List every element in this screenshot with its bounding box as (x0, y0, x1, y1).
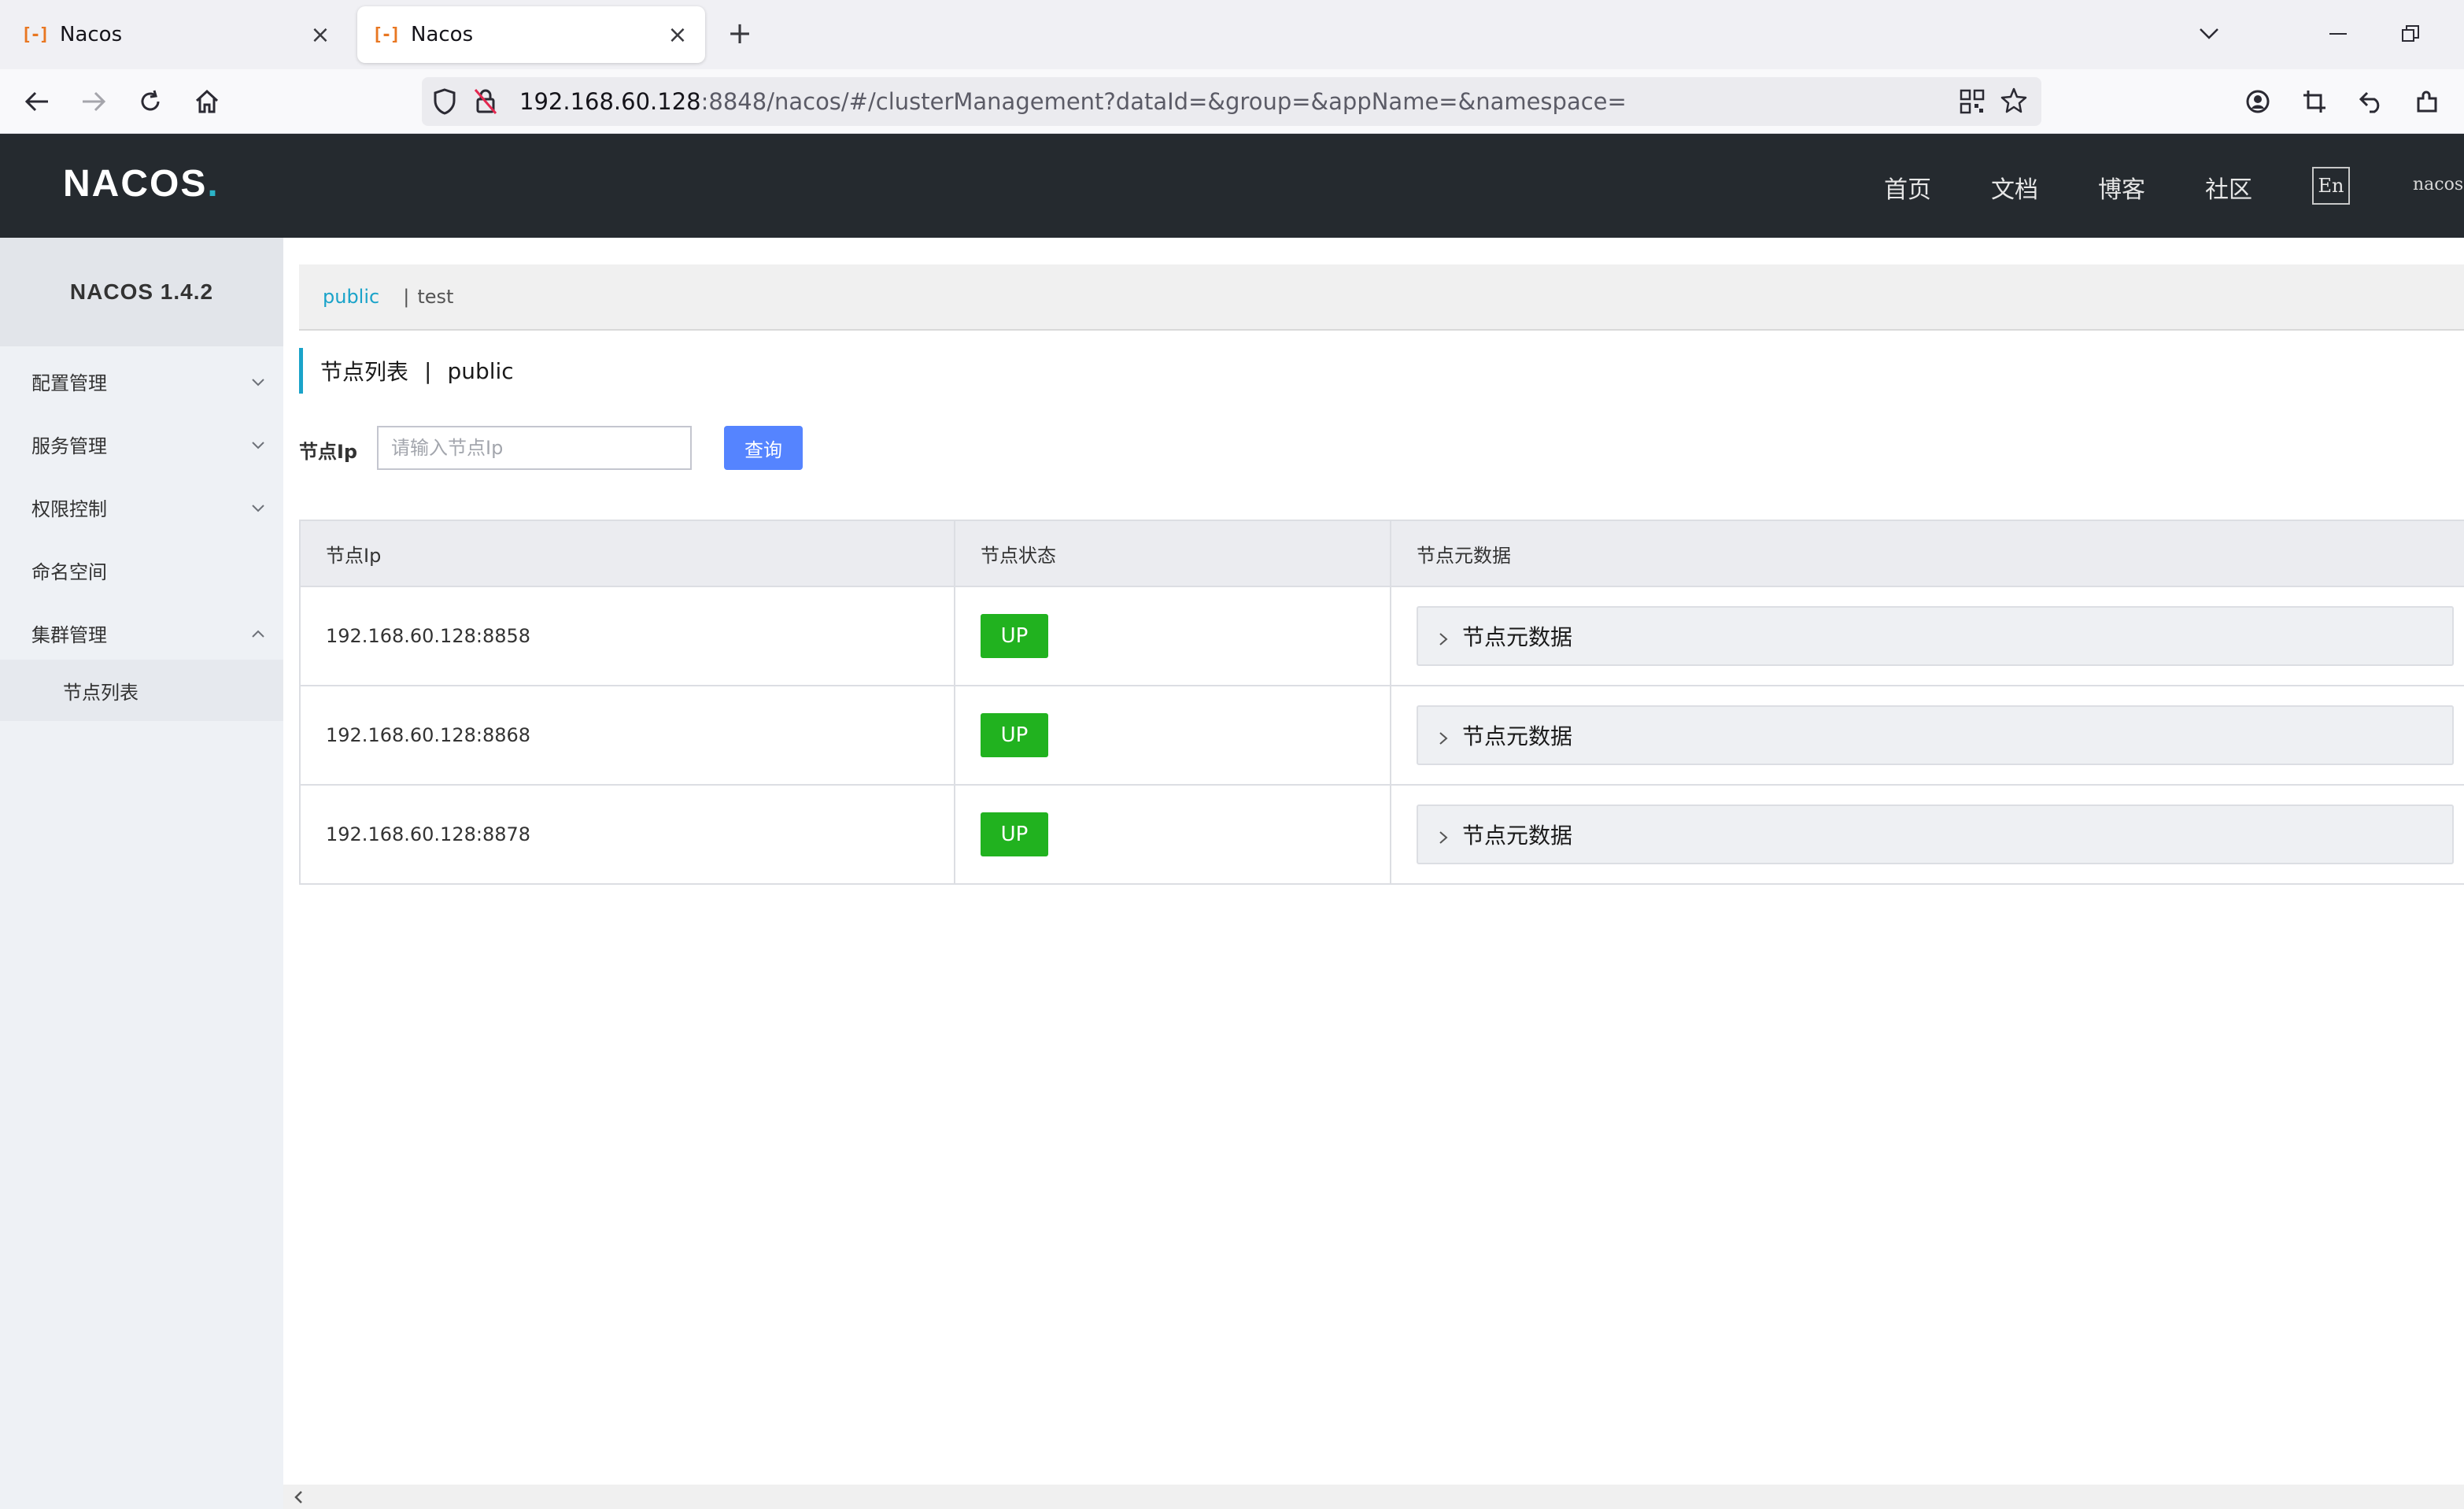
chevron-right-icon (1437, 825, 1450, 844)
close-tab-icon[interactable]: × (308, 21, 332, 49)
namespace-bar: public | test (299, 264, 2464, 331)
version-label: NACOS 1.4.2 (0, 238, 283, 346)
column-header-node-ip: 节点Ip (326, 544, 382, 567)
chevron-right-icon (1437, 627, 1450, 645)
sidebar-item-label: 命名空间 (31, 560, 107, 583)
status-badge: UP (981, 614, 1048, 658)
horizontal-scrollbar[interactable] (283, 1485, 2464, 1509)
metadata-collapse-label: 节点元数据 (1462, 624, 1573, 650)
sidebar-item-label: 权限控制 (31, 497, 107, 520)
chevron-down-icon (250, 373, 266, 389)
logo-dot: . (207, 163, 220, 205)
namespace-separator: | (403, 286, 410, 308)
sidebar-item-namespace[interactable]: 命名空间 (0, 538, 283, 601)
table-row: 192.168.60.128:8858 UP 节点元数据 (299, 587, 2464, 686)
node-metadata-cell: 节点元数据 (1390, 686, 2464, 784)
address-bar[interactable]: 192.168.60.128:8848/nacos/#/clusterManag… (422, 77, 2041, 126)
sidebar-item-access-control[interactable]: 权限控制 (0, 475, 283, 538)
undo-arrow-icon[interactable] (2351, 82, 2391, 121)
browser-tab-active[interactable]: [-] Nacos × (357, 6, 705, 63)
list-all-tabs-icon[interactable] (2189, 14, 2229, 54)
nav-link-blog[interactable]: 博客 (2098, 170, 2145, 205)
sidebar-item-label: 服务管理 (31, 435, 107, 457)
namespace-test[interactable]: test (417, 286, 453, 308)
nav-link-community[interactable]: 社区 (2205, 170, 2252, 205)
node-ip-cell: 192.168.60.128:8858 (326, 625, 531, 647)
table-row: 192.168.60.128:8878 UP 节点元数据 (299, 786, 2464, 885)
metadata-collapse-panel[interactable]: 节点元数据 (1417, 804, 2454, 864)
node-table: 节点Ip 节点状态 节点元数据 192.168.60.128:8858 UP 节… (299, 520, 2464, 885)
tab-title: Nacos (60, 23, 123, 46)
tab-title: Nacos (411, 23, 474, 46)
node-status-cell: UP (954, 686, 1390, 784)
extensions-puzzle-icon[interactable] (2408, 82, 2447, 121)
bookmark-star-icon[interactable] (2000, 87, 2027, 117)
chevron-right-icon (1437, 726, 1450, 745)
nacos-logo[interactable]: NACOS. (63, 162, 220, 205)
nav-link-docs[interactable]: 文档 (1991, 170, 2038, 205)
metadata-collapse-label: 节点元数据 (1462, 723, 1573, 749)
node-metadata-cell: 节点元数据 (1390, 587, 2464, 685)
close-tab-icon[interactable]: × (666, 21, 689, 49)
node-ip-input[interactable] (377, 426, 692, 470)
sidebar: NACOS 1.4.2 配置管理 服务管理 权限控制 命名空间 集群管理 节点列… (0, 238, 283, 1509)
status-badge: UP (981, 812, 1048, 856)
new-tab-plus-icon[interactable]: + (722, 16, 757, 50)
page-title-text: 节点列表 (320, 359, 409, 385)
page-title-separator: | (424, 357, 432, 384)
restore-window-icon[interactable] (2391, 14, 2430, 54)
shield-icon[interactable] (433, 88, 456, 118)
account-icon[interactable] (2238, 82, 2277, 121)
chevron-up-icon (250, 625, 266, 641)
query-button[interactable]: 查询 (724, 426, 803, 470)
node-ip-label: 节点Ip (299, 441, 358, 463)
status-badge: UP (981, 713, 1048, 757)
page-title-namespace: public (447, 357, 514, 384)
sidebar-item-config-management[interactable]: 配置管理 (0, 350, 283, 412)
node-ip-cell: 192.168.60.128:8868 (326, 724, 531, 746)
namespace-public[interactable]: public (323, 286, 379, 308)
scroll-left-arrow-icon[interactable] (290, 1488, 308, 1507)
column-header-node-metadata: 节点元数据 (1390, 521, 2464, 586)
app-header: NACOS. 首页 文档 博客 社区 En nacos (0, 134, 2464, 238)
logo-text: NACOS (63, 163, 208, 205)
page-title: 节点列表 | public (299, 348, 514, 394)
nav-link-home[interactable]: 首页 (1884, 170, 1931, 205)
nacos-favicon-icon: [-] (372, 24, 401, 45)
browser-tab-bar: [-] Nacos × [-] Nacos × + (0, 0, 2464, 69)
metadata-collapse-panel[interactable]: 节点元数据 (1417, 705, 2454, 765)
metadata-collapse-panel[interactable]: 节点元数据 (1417, 606, 2454, 666)
user-menu[interactable]: nacos (2413, 175, 2463, 194)
chevron-down-icon (250, 436, 266, 452)
table-row: 192.168.60.128:8868 UP 节点元数据 (299, 686, 2464, 786)
node-metadata-cell: 节点元数据 (1390, 786, 2464, 883)
metadata-collapse-label: 节点元数据 (1462, 823, 1573, 849)
minimize-icon[interactable] (2318, 14, 2358, 54)
nacos-favicon-icon: [-] (21, 24, 50, 45)
insecure-lock-icon[interactable] (474, 88, 497, 118)
screenshot-crop-icon[interactable] (2295, 82, 2334, 121)
browser-nav-bar: 192.168.60.128:8848/nacos/#/clusterManag… (0, 69, 2464, 134)
qr-code-icon[interactable] (1960, 89, 1985, 117)
browser-tab[interactable]: [-] Nacos × (6, 6, 348, 63)
sidebar-item-label: 配置管理 (31, 372, 107, 394)
forward-arrow-icon[interactable] (74, 82, 113, 121)
sidebar-subitem-node-list[interactable]: 节点列表 (0, 660, 283, 721)
back-arrow-icon[interactable] (17, 82, 57, 121)
url-host: 192.168.60.128 (519, 88, 701, 115)
chevron-down-icon (250, 499, 266, 515)
node-ip-cell: 192.168.60.128:8878 (326, 823, 531, 845)
sidebar-item-label: 集群管理 (31, 623, 107, 646)
node-status-cell: UP (954, 786, 1390, 883)
column-header-node-status: 节点状态 (954, 521, 1390, 586)
language-toggle-button[interactable]: En (2312, 167, 2350, 205)
sidebar-item-cluster-management[interactable]: 集群管理 (0, 601, 283, 664)
reload-icon[interactable] (131, 82, 170, 121)
table-header-row: 节点Ip 节点状态 节点元数据 (299, 521, 2464, 587)
url-path: :8848/nacos/#/clusterManagement?dataId=&… (700, 88, 1627, 115)
url-text[interactable]: 192.168.60.128:8848/nacos/#/clusterManag… (519, 88, 1627, 115)
sidebar-item-service-management[interactable]: 服务管理 (0, 412, 283, 475)
home-icon[interactable] (187, 82, 227, 121)
node-status-cell: UP (954, 587, 1390, 685)
